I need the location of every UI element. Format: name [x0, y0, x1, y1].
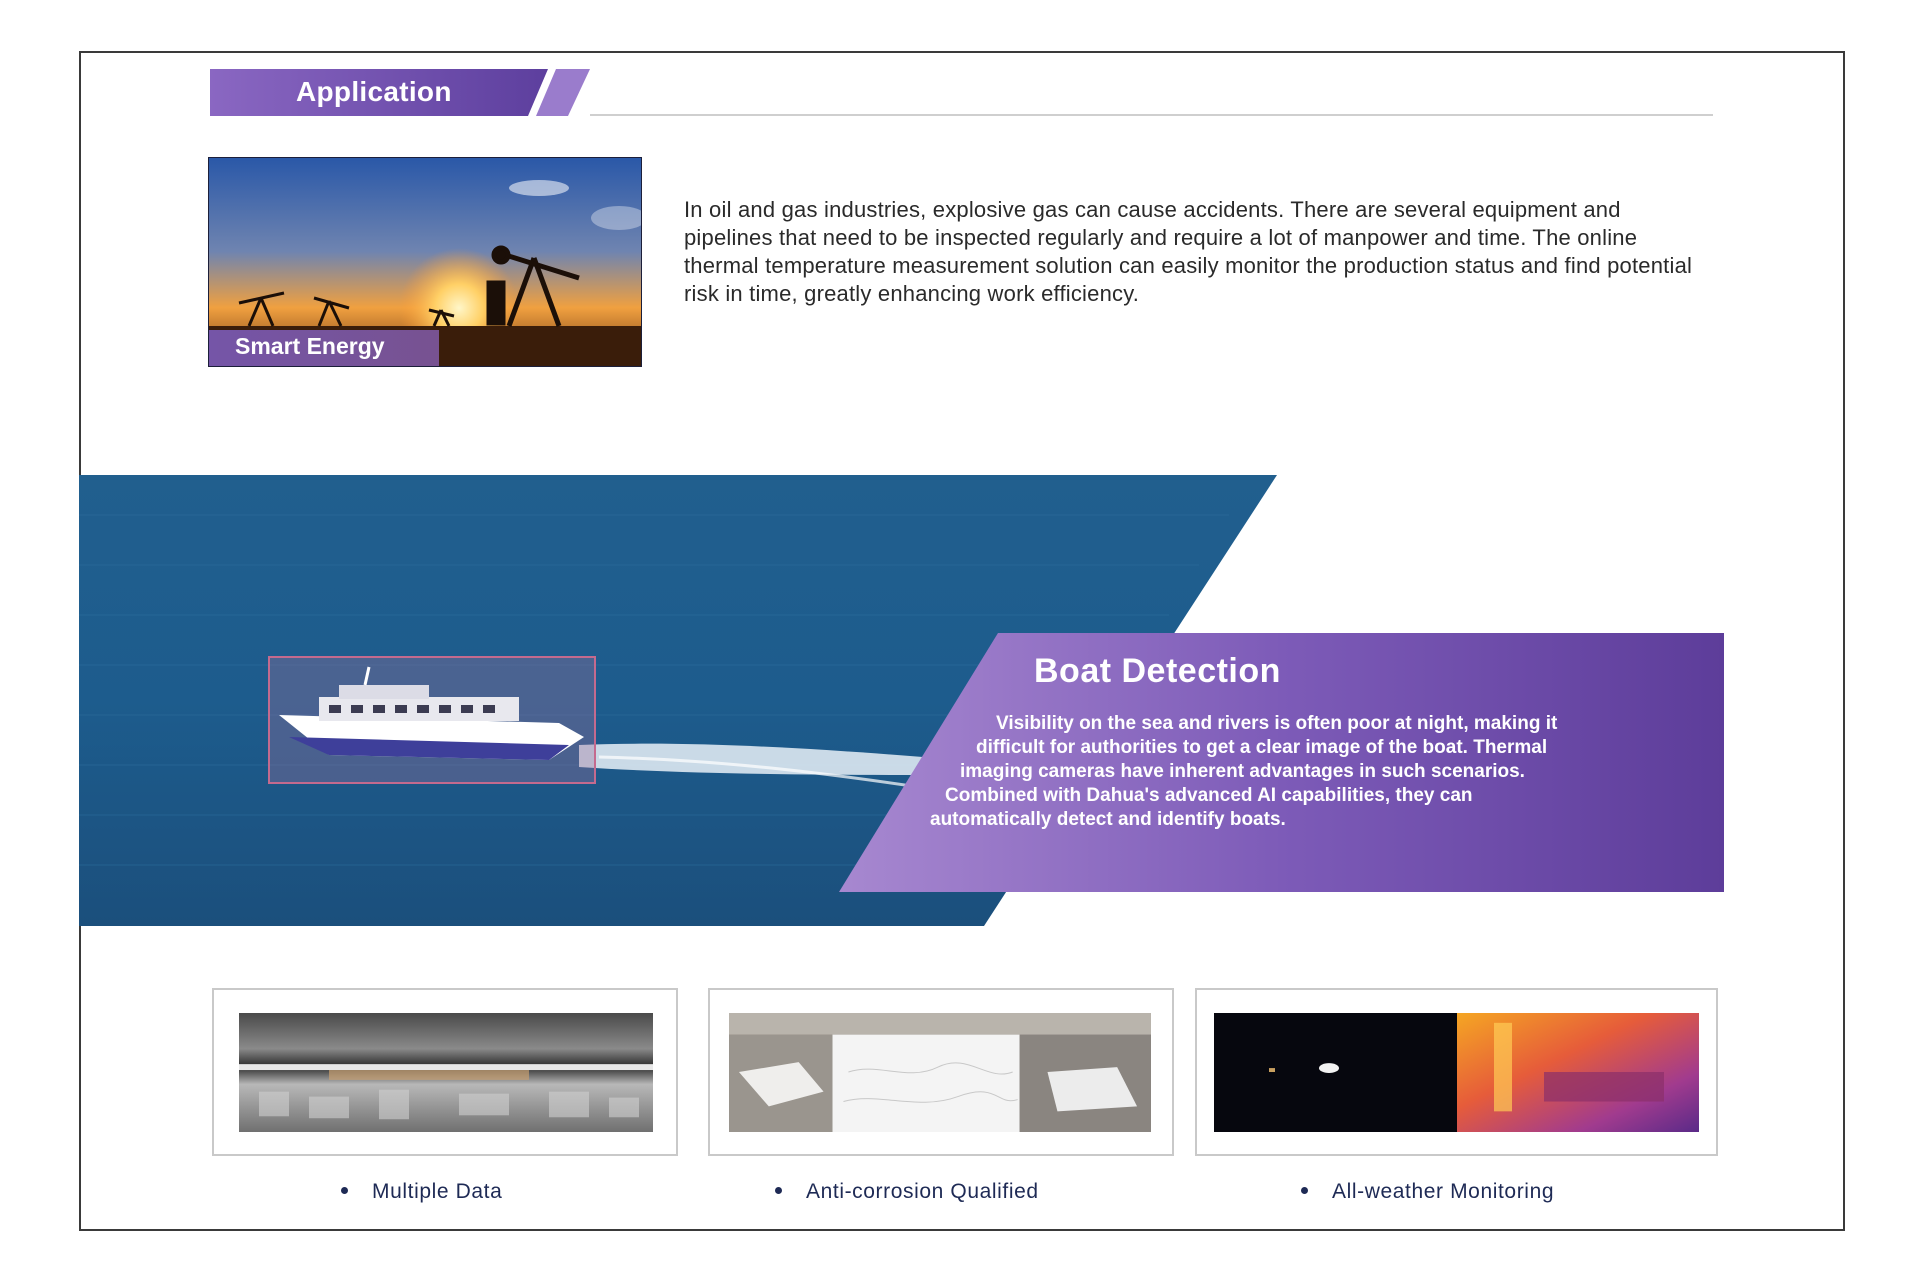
- smart-energy-description: In oil and gas industries, explosive gas…: [684, 197, 1693, 306]
- boat-description-line: automatically detect and identify boats.: [930, 809, 1286, 830]
- feature-card-multiple-data: [212, 988, 678, 1156]
- night-thermal-image: [1214, 1013, 1699, 1132]
- feature-caption-all-weather: All-weather Monitoring: [1301, 1180, 1554, 1204]
- header-divider: [590, 114, 1713, 116]
- smart-energy-label: Smart Energy: [235, 333, 385, 359]
- feature-card-all-weather: [1195, 988, 1718, 1156]
- feature-card-anti-corrosion: [708, 988, 1174, 1156]
- boat-description-line: imaging cameras have inherent advantages…: [960, 761, 1525, 782]
- bullet-icon: [341, 1186, 348, 1194]
- section-title: Application: [296, 76, 452, 107]
- boat-description-line: Combined with Dahua's advanced AI capabi…: [945, 785, 1473, 806]
- boat-description-line: Visibility on the sea and rivers is ofte…: [996, 713, 1558, 734]
- bullet-icon: [775, 1186, 782, 1194]
- boat-detection-title: Boat Detection: [1034, 652, 1281, 690]
- boat-description-line: difficult for authorities to get a clear…: [976, 737, 1548, 758]
- feature-caption-anti-corrosion: Anti-corrosion Qualified: [775, 1180, 1039, 1204]
- smart-energy-image: Smart Energy: [208, 157, 642, 367]
- thermal-image: [239, 1013, 653, 1132]
- bullet-icon: [1301, 1186, 1308, 1194]
- corrosion-test-image: [729, 1013, 1151, 1132]
- boat-detection-section: [79, 475, 1779, 926]
- feature-caption-multiple-data: Multiple Data: [341, 1180, 502, 1204]
